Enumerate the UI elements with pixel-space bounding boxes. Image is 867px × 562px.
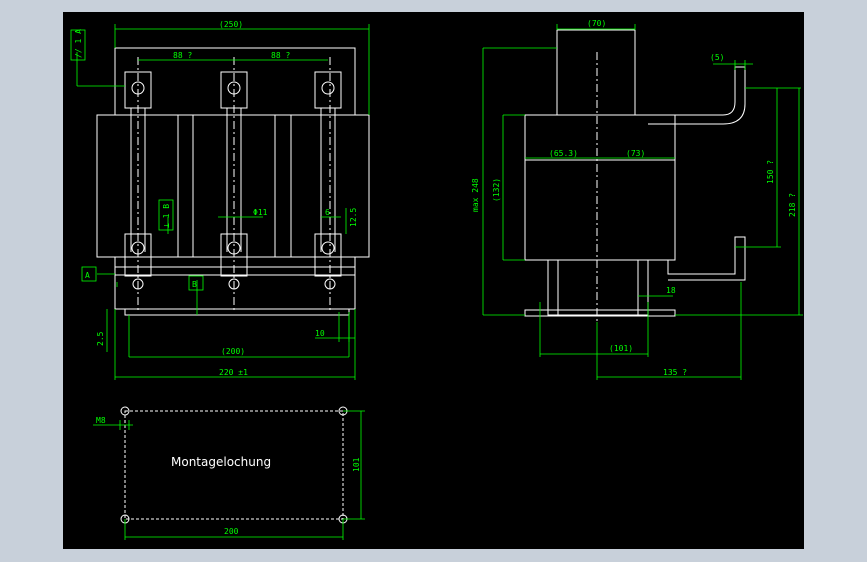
dim-6: 6 (325, 208, 330, 217)
dim-12-5: 12.5 (349, 208, 358, 227)
hole-diameter: Φ11 (253, 208, 268, 217)
side-dim-5: (5) (710, 53, 724, 62)
bus-bar-top (648, 66, 746, 125)
side-dim-18: 18 (666, 286, 676, 295)
bus-bar-bottom (667, 236, 746, 281)
side-dimensions (482, 24, 803, 380)
dim-bottom-outer: 220 ±1 (219, 368, 248, 377)
foot-rail (124, 308, 350, 316)
cad-drawing-canvas: (250) 88 ? 88 ? Φ11 6 12.5 (200) 220 ±1 … (63, 12, 804, 549)
side-dim-73: (73) (626, 149, 645, 158)
side-dim-101: (101) (609, 344, 633, 353)
side-dim-132: (132) (492, 178, 501, 202)
side-view: (70) (5) max 248 (132) (65.3) (73) 150 ?… (471, 19, 803, 380)
front-view: (250) 88 ? 88 ? Φ11 6 12.5 (200) 220 ±1 … (70, 20, 370, 380)
dim-pitch-left: 88 ? (173, 51, 192, 60)
datum-b-label: B (192, 280, 197, 289)
side-dim-top: (70) (587, 19, 606, 28)
terminal-top-3 (314, 71, 342, 252)
core-side (524, 114, 676, 261)
drawing-svg: (250) 88 ? 88 ? Φ11 6 12.5 (200) 220 ±1 … (70, 19, 803, 540)
parallel-tolerance-label: // 1 A (74, 29, 83, 58)
top-clamp (556, 29, 636, 116)
terminal-bottom-3 (314, 233, 342, 277)
side-dim-135: 135 ? (663, 368, 687, 377)
side-dim-150: 150 ? (766, 160, 775, 184)
side-dim-max-height: max 248 (471, 178, 480, 212)
bottom-clamp (547, 259, 649, 316)
front-dimensions (70, 24, 370, 380)
mounting-height: 101 (352, 457, 361, 472)
mounting-width: 200 (224, 527, 239, 536)
mounting-title: Montagelochung (171, 455, 271, 469)
perpendicular-tolerance-label: ⊥ 1 B (162, 204, 171, 228)
mounting-hole-size: M8 (96, 416, 106, 425)
side-dim-65-3: (65.3) (549, 149, 578, 158)
datum-a-label: A (85, 271, 90, 280)
side-dim-218: 218 ? (788, 193, 797, 217)
mounting-plan: Montagelochung M8 200 101 (93, 406, 365, 540)
dim-top-width: (250) (219, 20, 243, 29)
dim-2-5: 2.5 (96, 331, 105, 346)
dim-10: 10 (315, 329, 325, 338)
dim-pitch-right: 88 ? (271, 51, 290, 60)
dim-bottom-inner: (200) (221, 347, 245, 356)
